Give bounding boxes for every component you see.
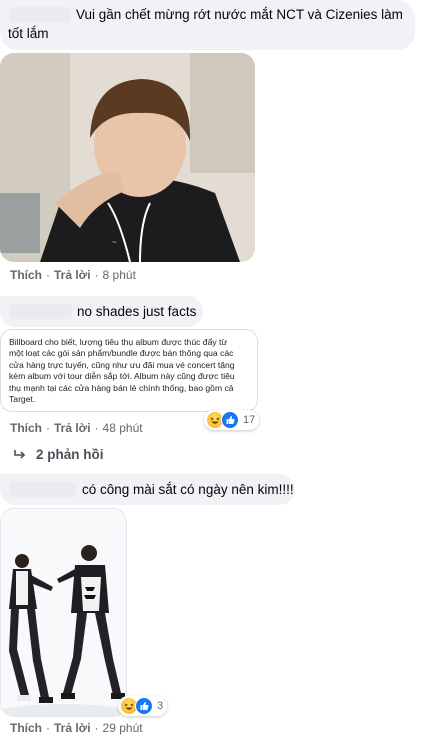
reaction-count: 3: [157, 700, 164, 712]
reply-link[interactable]: Trả lời: [54, 268, 91, 282]
like-reaction-icon: [135, 697, 153, 715]
reply-link[interactable]: Trả lời: [54, 421, 91, 435]
quote-line: thụ mạnh tại các cửa hàng bán lẻ chính t…: [9, 382, 234, 393]
photo-crying-person: ~: [0, 53, 255, 262]
quote-line: Target.: [9, 394, 36, 405]
reaction-summary-2[interactable]: 17: [204, 410, 260, 430]
like-reaction-icon: [221, 411, 239, 429]
like-link[interactable]: Thích: [10, 421, 42, 435]
comment-meta-2: Thích · Trả lời · 48 phút: [10, 421, 143, 435]
comment-bubble-3: có công mài sắt có ngày nên kim!!!!: [0, 474, 295, 505]
comment-time[interactable]: 8 phút: [103, 268, 136, 282]
comment-text: Vui gần chết mừng rớt nước mắt NCT và Ci…: [76, 7, 403, 22]
comment-time[interactable]: 48 phút: [103, 421, 143, 435]
svg-text:~: ~: [112, 238, 117, 247]
quote-line: một loạt các gói sản phẩm/bundle được bá…: [9, 348, 234, 359]
quoted-article-card: Billboard cho biết, lượng tiêu thụ album…: [0, 329, 258, 412]
reaction-summary-3[interactable]: 3: [118, 696, 168, 716]
comment-bubble-2: no shades just facts: [0, 296, 203, 327]
comment-text: no shades just facts: [77, 304, 197, 319]
blurred-author-name: [10, 304, 72, 319]
reply-link[interactable]: Trả lời: [54, 721, 91, 735]
comment-photo-dancing[interactable]: [0, 508, 127, 717]
photo-two-dancers: [1, 509, 126, 716]
quote-line: Billboard cho biết, lượng tiêu thụ album…: [9, 337, 228, 347]
like-link[interactable]: Thích: [10, 268, 42, 282]
like-link[interactable]: Thích: [10, 721, 42, 735]
comment-time[interactable]: 29 phút: [103, 721, 143, 735]
replies-count-label: 2 phản hồi: [36, 447, 104, 462]
blurred-author-name: [10, 482, 76, 497]
reply-arrow-icon: [14, 448, 26, 463]
blurred-author-name: [10, 7, 70, 22]
quote-line: cửa hàng trực tuyến, cũng như ưu đãi mua…: [9, 359, 235, 370]
reaction-count: 17: [243, 414, 256, 426]
quote-line: kèm album với tour diễn sắp tới. Album n…: [9, 371, 235, 382]
comment-bubble-1: Vui gần chết mừng rớt nước mắt NCT và Ci…: [0, 0, 415, 50]
comment-text-cont: tốt lắm: [8, 26, 49, 41]
comment-meta-3: Thích · Trả lời · 29 phút: [10, 721, 143, 735]
comment-text: có công mài sắt có ngày nên kim!!!!: [82, 482, 294, 497]
comment-photo-crying[interactable]: ~: [0, 53, 255, 262]
view-replies-link[interactable]: 2 phản hồi: [14, 447, 104, 463]
comment-meta-1: Thích · Trả lời · 8 phút: [10, 268, 136, 282]
